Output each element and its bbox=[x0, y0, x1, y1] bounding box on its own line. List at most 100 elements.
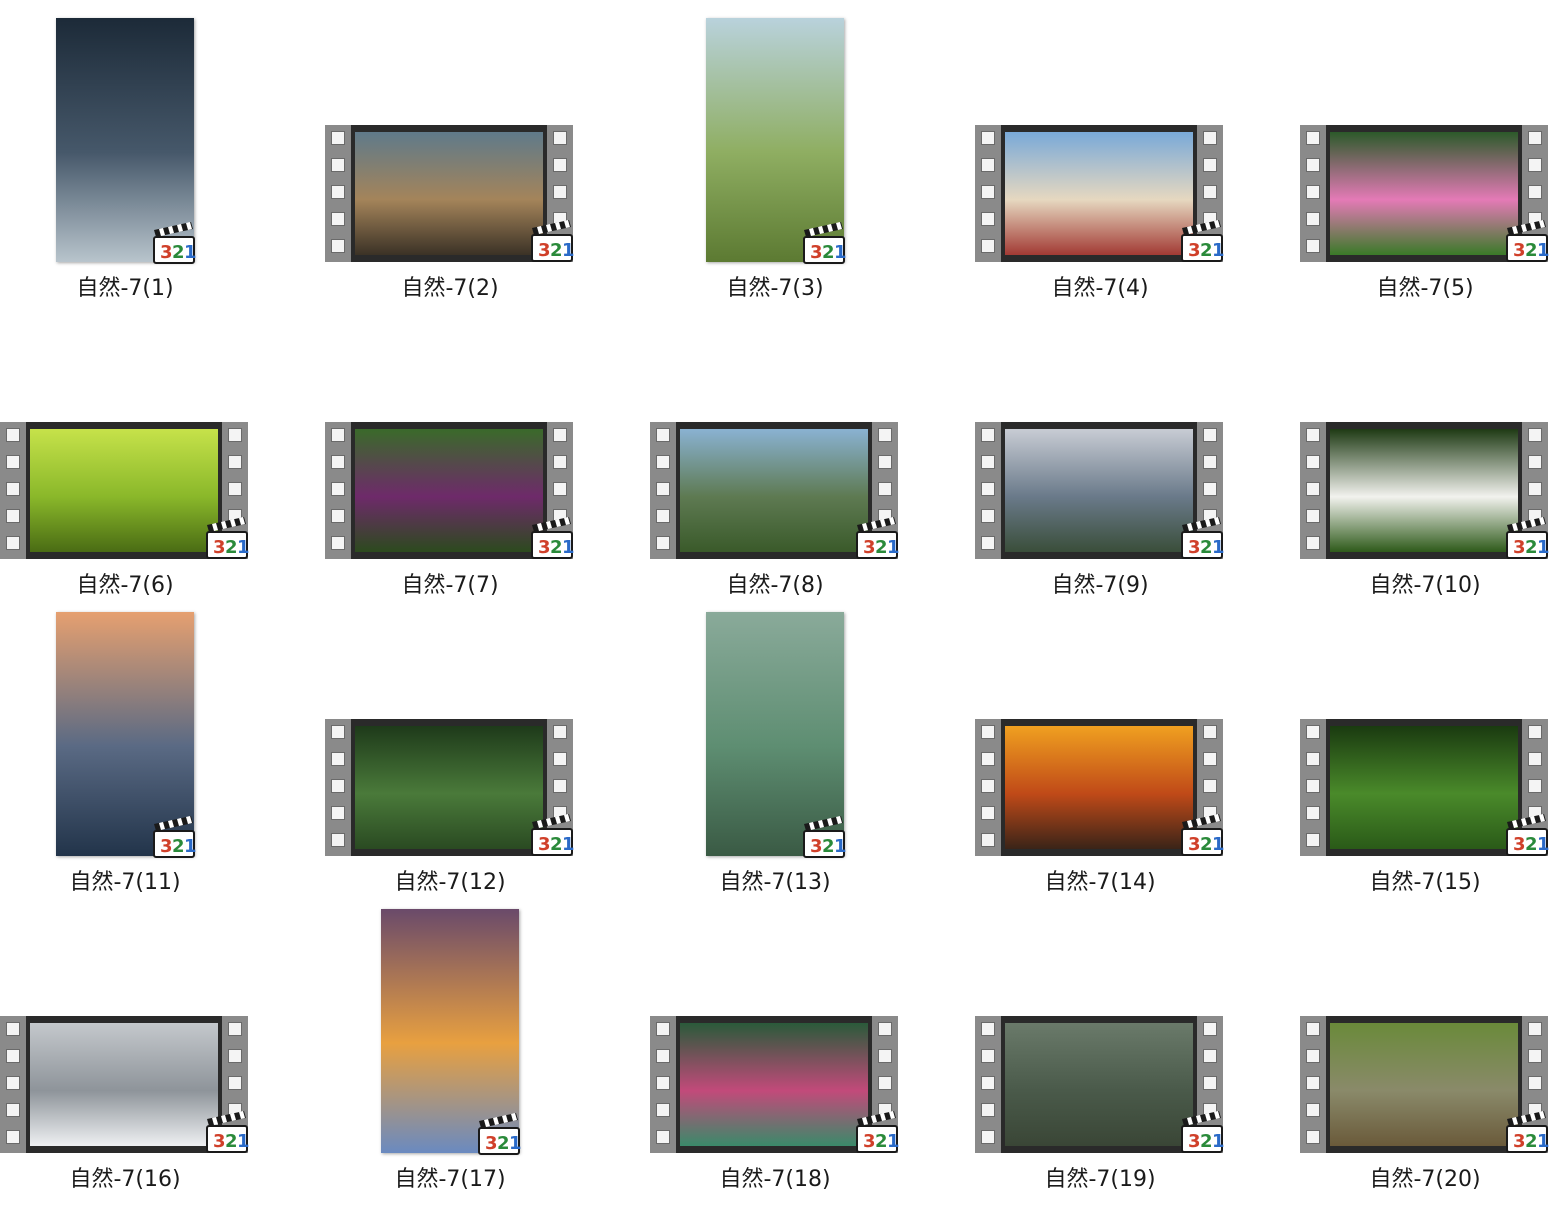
file-item[interactable]: 3 2 1 自然-7(17) bbox=[325, 891, 575, 1192]
svg-text:3: 3 bbox=[863, 1131, 876, 1152]
file-item[interactable]: 3 2 1 自然-7(20) bbox=[1300, 891, 1550, 1192]
file-item[interactable]: 3 2 1 自然-7(11) bbox=[0, 594, 250, 895]
file-item[interactable]: 3 2 1 自然-7(6) bbox=[0, 297, 250, 598]
media-player-classic-321-icon: 321 bbox=[151, 220, 197, 266]
film-sprocket bbox=[1306, 212, 1320, 226]
svg-text:1: 1 bbox=[1212, 537, 1225, 558]
film-sprocket bbox=[1306, 536, 1320, 550]
svg-text:3: 3 bbox=[538, 537, 551, 558]
svg-text:1: 1 bbox=[1212, 834, 1225, 855]
file-item[interactable]: 3 2 1 自然-7(7) bbox=[325, 297, 575, 598]
film-sprocket bbox=[1306, 428, 1320, 442]
svg-text:3: 3 bbox=[160, 242, 173, 263]
svg-text:1: 1 bbox=[1537, 1131, 1550, 1152]
film-sprocket bbox=[553, 131, 567, 145]
film-sprocket bbox=[981, 428, 995, 442]
film-sprocket bbox=[656, 1022, 670, 1036]
film-sprocket bbox=[553, 752, 567, 766]
svg-text:1: 1 bbox=[887, 537, 900, 558]
media-player-classic-321-icon: 321 bbox=[1504, 218, 1550, 264]
svg-text:3: 3 bbox=[1188, 537, 1201, 558]
file-name-label: 自然-7(19) bbox=[1044, 1167, 1156, 1192]
film-sprocket bbox=[228, 428, 242, 442]
file-item[interactable]: 3 2 1 自然-7(4) bbox=[975, 0, 1225, 301]
film-sprocket bbox=[981, 779, 995, 793]
film-sprocket bbox=[6, 428, 20, 442]
svg-text:3: 3 bbox=[810, 836, 823, 857]
file-item[interactable]: 3 2 1 自然-7(1) bbox=[0, 0, 250, 301]
svg-text:1: 1 bbox=[834, 242, 847, 263]
film-sprocket bbox=[656, 1103, 670, 1117]
film-sprocket bbox=[331, 752, 345, 766]
film-sprocket bbox=[878, 455, 892, 469]
file-item[interactable]: 3 2 1 自然-7(16) bbox=[0, 891, 250, 1192]
film-sprocket bbox=[553, 779, 567, 793]
file-item[interactable]: 3 2 1 自然-7(18) bbox=[650, 891, 900, 1192]
svg-text:2: 2 bbox=[1525, 537, 1538, 558]
svg-text:2: 2 bbox=[1200, 1131, 1213, 1152]
file-item[interactable]: 3 2 1 自然-7(5) bbox=[1300, 0, 1550, 301]
film-sprocket bbox=[981, 131, 995, 145]
film-sprocket bbox=[228, 455, 242, 469]
file-item[interactable]: 3 2 1 自然-7(3) bbox=[650, 0, 900, 301]
file-item[interactable]: 3 2 1 自然-7(9) bbox=[975, 297, 1225, 598]
film-sprocket bbox=[1528, 779, 1542, 793]
svg-text:2: 2 bbox=[550, 240, 563, 261]
svg-text:2: 2 bbox=[550, 537, 563, 558]
svg-text:2: 2 bbox=[550, 834, 563, 855]
thumbnail-image bbox=[355, 132, 543, 255]
film-sprocket bbox=[1306, 455, 1320, 469]
film-sprocket bbox=[1203, 779, 1217, 793]
film-sprocket bbox=[1203, 455, 1217, 469]
film-sprocket bbox=[1306, 1130, 1320, 1144]
film-sprocket bbox=[331, 536, 345, 550]
media-player-classic-321-icon: 321 bbox=[1179, 812, 1225, 858]
svg-text:3: 3 bbox=[1188, 1131, 1201, 1152]
svg-text:1: 1 bbox=[184, 836, 197, 857]
film-sprocket bbox=[331, 131, 345, 145]
file-name-label: 自然-7(20) bbox=[1369, 1167, 1481, 1192]
svg-text:2: 2 bbox=[225, 537, 238, 558]
media-player-classic-321-icon: 321 bbox=[476, 1111, 522, 1157]
film-sprocket bbox=[981, 1130, 995, 1144]
svg-text:1: 1 bbox=[562, 834, 575, 855]
file-name-label: 自然-7(18) bbox=[719, 1167, 831, 1192]
film-sprocket bbox=[1306, 509, 1320, 523]
file-item[interactable]: 3 2 1 自然-7(14) bbox=[975, 594, 1225, 895]
svg-text:3: 3 bbox=[1513, 537, 1526, 558]
file-item[interactable]: 3 2 1 自然-7(12) bbox=[325, 594, 575, 895]
file-item[interactable]: 3 2 1 自然-7(19) bbox=[975, 891, 1225, 1192]
file-item[interactable]: 3 2 1 自然-7(8) bbox=[650, 297, 900, 598]
film-sprocket bbox=[331, 482, 345, 496]
film-sprocket bbox=[331, 833, 345, 847]
file-item[interactable]: 3 2 1 自然-7(13) bbox=[650, 594, 900, 895]
file-item[interactable]: 3 2 1 自然-7(2) bbox=[325, 0, 575, 301]
film-sprocket bbox=[656, 455, 670, 469]
file-item[interactable]: 3 2 1 自然-7(15) bbox=[1300, 594, 1550, 895]
film-sprocket bbox=[981, 1076, 995, 1090]
film-sprocket bbox=[331, 455, 345, 469]
svg-text:3: 3 bbox=[1513, 834, 1526, 855]
film-sprocket bbox=[878, 428, 892, 442]
svg-text:3: 3 bbox=[1513, 240, 1526, 261]
svg-text:1: 1 bbox=[1212, 240, 1225, 261]
film-sprocket bbox=[1528, 1049, 1542, 1063]
film-sprocket bbox=[1528, 752, 1542, 766]
svg-text:1: 1 bbox=[1537, 240, 1550, 261]
thumbnail-image bbox=[1330, 726, 1518, 849]
film-sprocket bbox=[331, 779, 345, 793]
svg-text:1: 1 bbox=[834, 836, 847, 857]
film-sprocket bbox=[1306, 779, 1320, 793]
film-sprocket bbox=[878, 1076, 892, 1090]
film-sprocket bbox=[981, 455, 995, 469]
svg-text:3: 3 bbox=[213, 1131, 226, 1152]
thumbnail-image bbox=[1005, 726, 1193, 849]
film-sprocket bbox=[6, 1022, 20, 1036]
film-sprocket bbox=[656, 428, 670, 442]
film-sprocket bbox=[656, 482, 670, 496]
file-item[interactable]: 3 2 1 自然-7(10) bbox=[1300, 297, 1550, 598]
film-sprocket bbox=[981, 725, 995, 739]
film-sprocket bbox=[1203, 131, 1217, 145]
film-sprocket bbox=[228, 1049, 242, 1063]
thumbnail-image bbox=[680, 1023, 868, 1146]
